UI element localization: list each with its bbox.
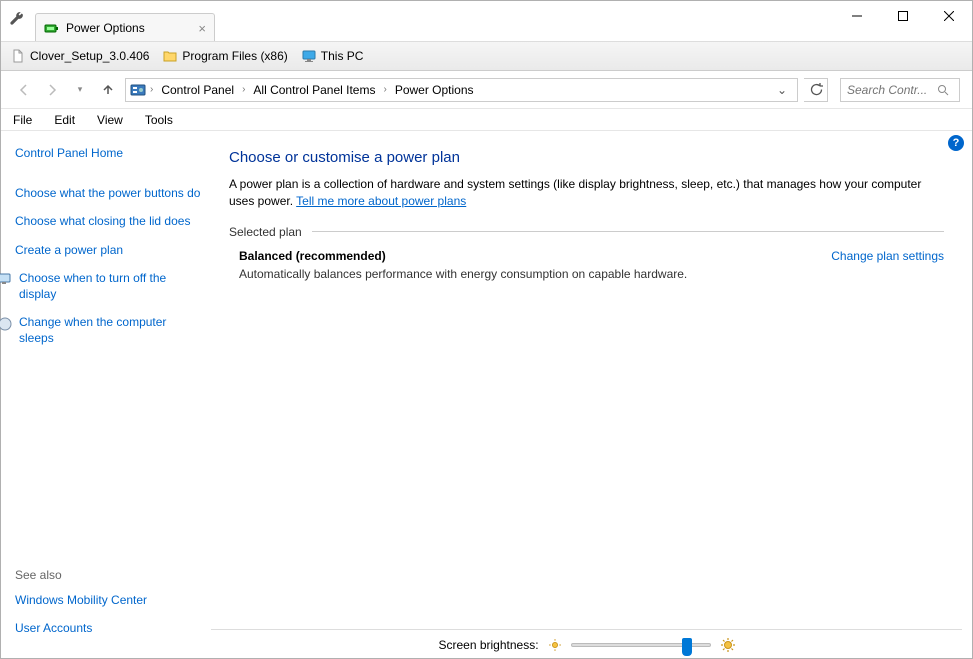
brightness-footer: Screen brightness: [211,629,962,652]
search-icon [937,84,949,96]
see-also-accounts[interactable]: User Accounts [15,620,203,636]
menubar: File Edit View Tools [1,109,972,131]
brightness-slider[interactable] [571,643,711,647]
recent-dropdown[interactable]: ▾ [69,79,91,101]
chevron-right-icon: › [242,84,245,95]
change-plan-settings-link[interactable]: Change plan settings [831,249,944,263]
chevron-right-icon: › [383,84,386,95]
sidebar-link-computer-sleeps[interactable]: Change when the computer sleeps [19,314,203,346]
minimize-button[interactable] [834,1,880,31]
close-button[interactable] [926,1,972,31]
tab-close-button[interactable]: × [198,21,206,36]
content-area: ? Control Panel Home Choose what the pow… [1,131,972,658]
chevron-right-icon: › [150,84,153,95]
bookmark-item[interactable]: Clover_Setup_3.0.406 [11,49,149,63]
menu-tools[interactable]: Tools [141,111,177,129]
file-icon [11,49,25,63]
bookmark-label: Program Files (x86) [182,49,287,63]
up-button[interactable] [97,79,119,101]
crumb-label: Control Panel [161,83,234,97]
see-also-mobility[interactable]: Windows Mobility Center [15,592,203,608]
crumb-all-items[interactable]: All Control Panel Items [249,79,379,101]
tab-title: Power Options [66,21,145,35]
crumb-label: All Control Panel Items [253,83,375,97]
menu-view[interactable]: View [93,111,127,129]
tab-strip: Power Options × [1,1,215,41]
search-box[interactable] [840,78,960,102]
bookmark-item[interactable]: Program Files (x86) [163,49,287,63]
sidebar-link-power-buttons[interactable]: Choose what the power buttons do [15,185,203,201]
plan-description: Automatically balances performance with … [239,267,831,281]
section-header: Selected plan [229,225,944,239]
maximize-button[interactable] [880,1,926,31]
page-heading: Choose or customise a power plan [229,149,944,166]
navbar: ▾ › Control Panel › All Control Panel It… [1,71,972,109]
breadcrumb[interactable]: › Control Panel › All Control Panel Item… [125,78,798,102]
divider [312,231,944,232]
crumb-control-panel[interactable]: Control Panel [157,79,238,101]
bookmarks-bar: Clover_Setup_3.0.406 Program Files (x86)… [1,41,972,71]
wrench-icon [9,11,25,27]
crumb-power-options[interactable]: Power Options [391,79,478,101]
menu-edit[interactable]: Edit [50,111,79,129]
more-link[interactable]: Tell me more about power plans [296,194,466,208]
sun-large-icon [721,638,735,652]
sun-small-icon [549,639,561,651]
battery-icon [44,20,60,36]
monitor-icon [0,271,13,288]
tab-power-options[interactable]: Power Options × [35,13,215,41]
sidebar-link-closing-lid[interactable]: Choose what closing the lid does [15,213,203,229]
bookmark-label: This PC [321,49,364,63]
brightness-label: Screen brightness: [438,638,538,652]
section-label: Selected plan [229,225,302,239]
breadcrumb-dropdown[interactable]: ⌄ [771,83,793,97]
sidebar: Control Panel Home Choose what the power… [1,131,211,658]
folder-icon [163,49,177,63]
page-description: A power plan is a collection of hardware… [229,176,944,211]
titlebar: Power Options × [1,1,972,41]
plan-name: Balanced (recommended) [239,249,831,263]
bookmark-label: Clover_Setup_3.0.406 [30,49,149,63]
main-content: Choose or customise a power plan A power… [211,131,972,658]
see-also-heading: See also [15,568,203,582]
refresh-button[interactable] [804,78,828,102]
search-input[interactable] [847,83,937,97]
forward-button[interactable] [41,79,63,101]
crumb-label: Power Options [395,83,474,97]
plan-row: Balanced (recommended) Automatically bal… [229,249,944,281]
menu-file[interactable]: File [9,111,36,129]
pc-icon [302,49,316,63]
back-button[interactable] [13,79,35,101]
sidebar-link-turn-off-display[interactable]: Choose when to turn off the display [19,270,203,302]
moon-icon [0,315,13,332]
sidebar-link-create-plan[interactable]: Create a power plan [15,242,203,258]
sidebar-home[interactable]: Control Panel Home [15,145,203,161]
window-controls [834,1,972,31]
slider-thumb[interactable] [682,638,692,656]
control-panel-icon [130,82,146,98]
bookmark-item[interactable]: This PC [302,49,364,63]
